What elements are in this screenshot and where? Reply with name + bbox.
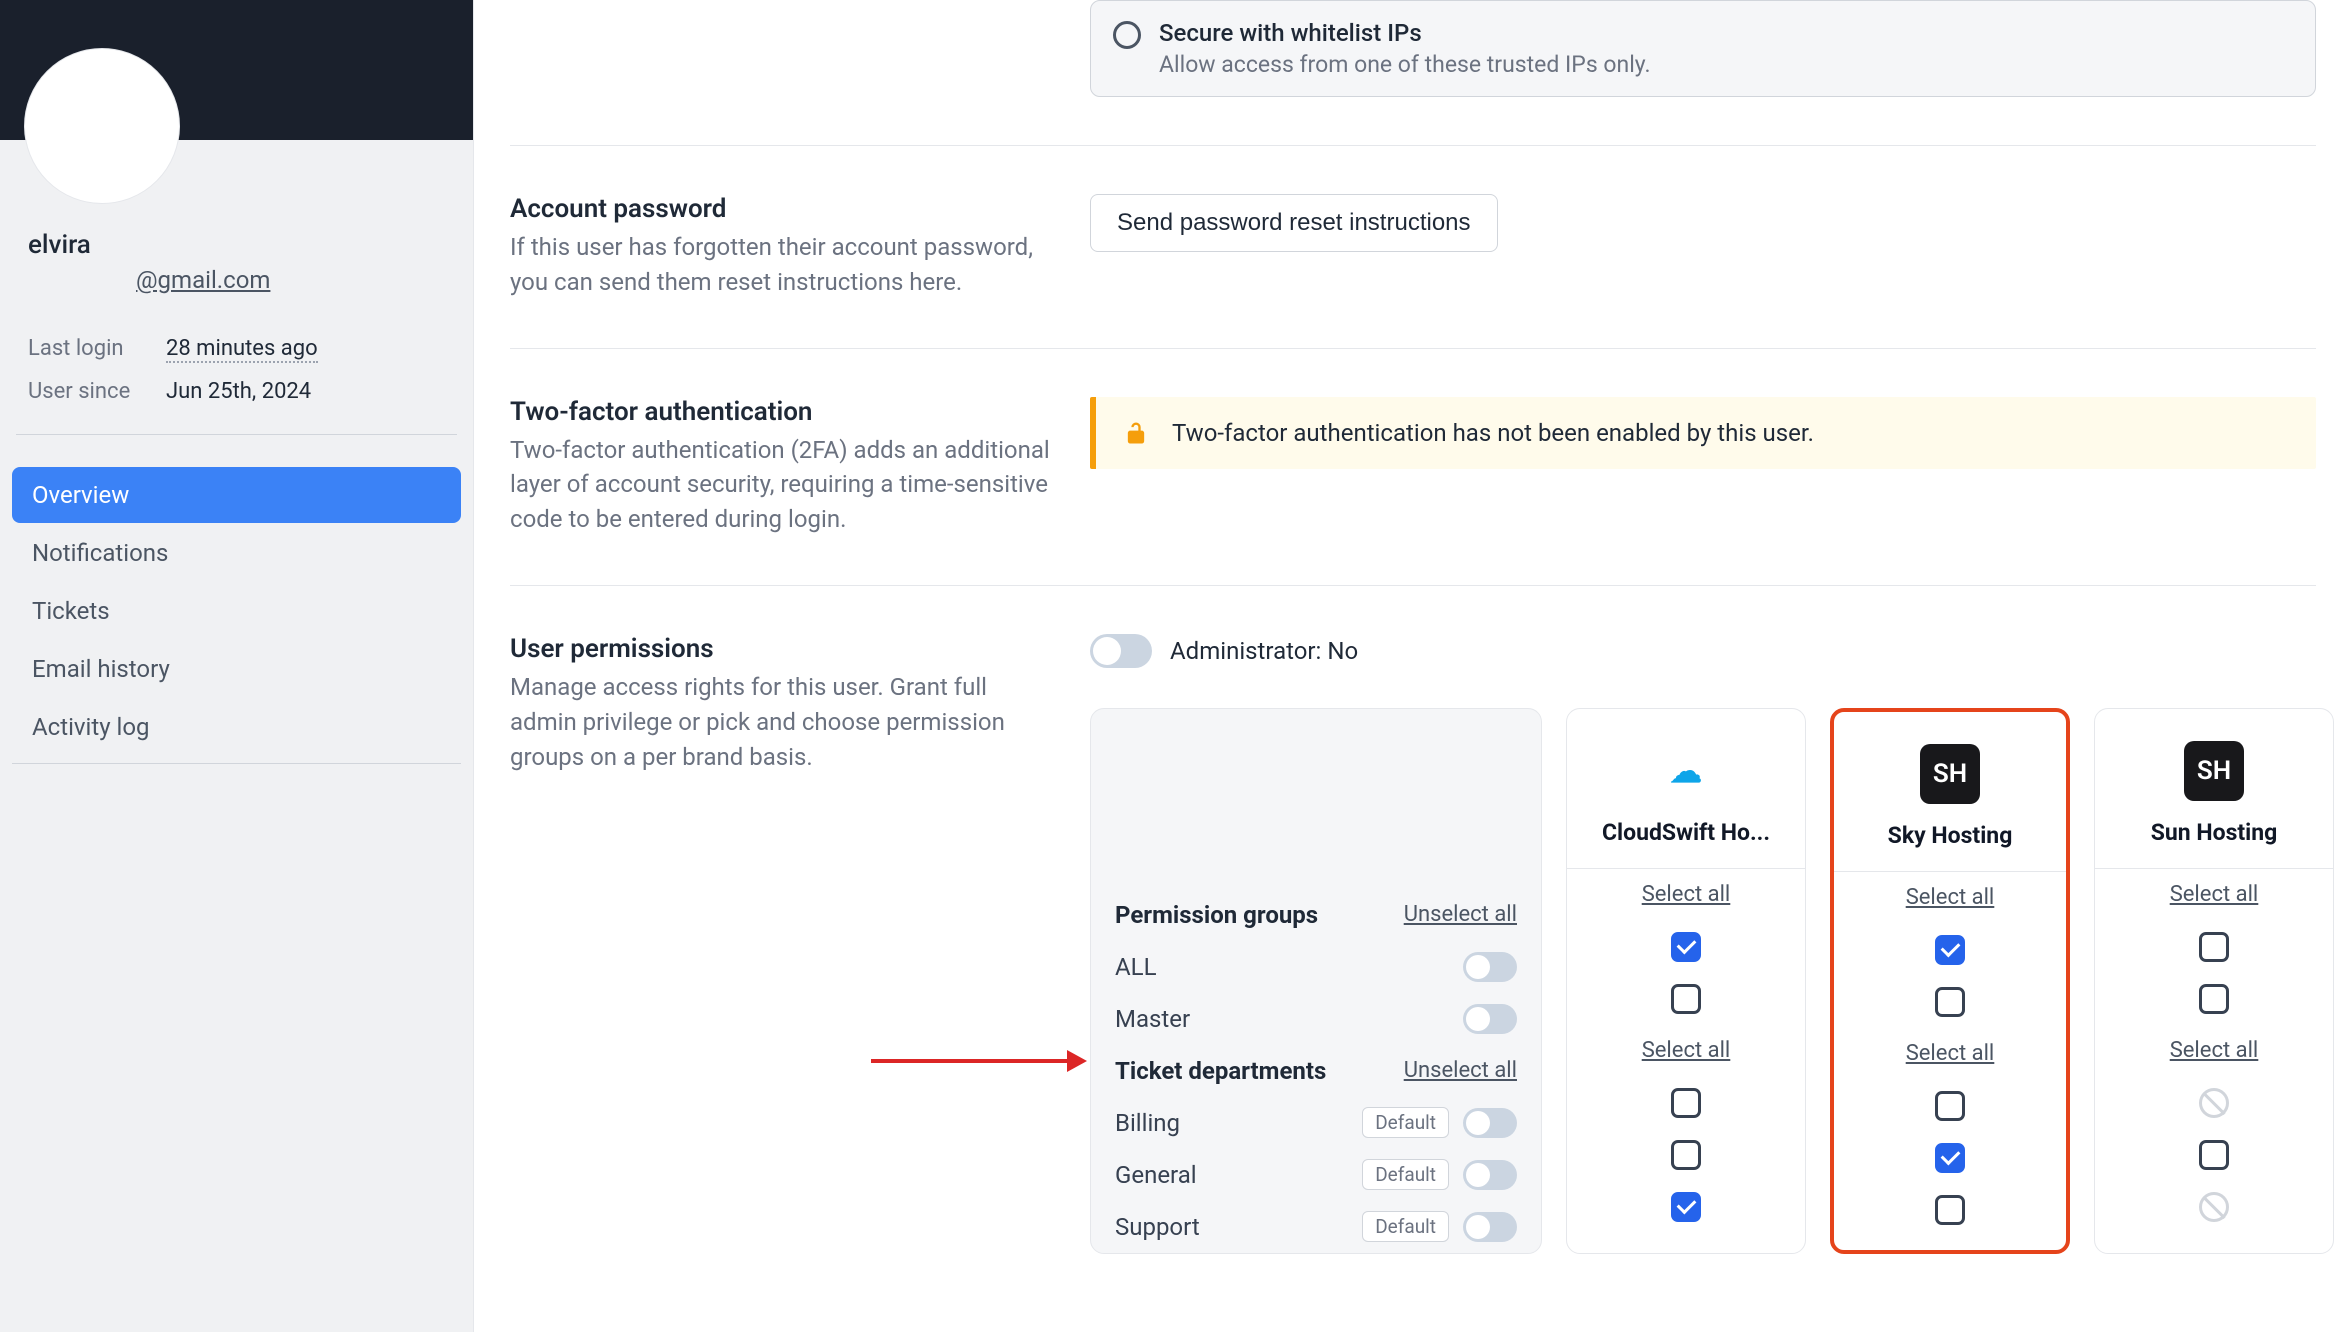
sidebar-header bbox=[0, 0, 473, 140]
radio-icon[interactable] bbox=[1113, 21, 1141, 49]
na-sun-support bbox=[2199, 1192, 2229, 1222]
section-permissions: User permissions Manage access rights fo… bbox=[510, 586, 2316, 1302]
checkbox-sky-support[interactable] bbox=[1935, 1195, 1965, 1225]
toggle-dept-billing[interactable] bbox=[1463, 1108, 1517, 1138]
perms-title: User permissions bbox=[510, 634, 1050, 664]
checkbox-sun-all[interactable] bbox=[2199, 932, 2229, 962]
checkbox-cloudswift-billing[interactable] bbox=[1671, 1088, 1701, 1118]
brand-sky-logo: SH bbox=[1920, 744, 1980, 804]
sidebar-nav: Overview Notifications Tickets Email his… bbox=[0, 455, 473, 776]
select-all-depts-cloudswift[interactable]: Select all bbox=[1642, 1038, 1731, 1063]
section-password: Account password If this user has forgot… bbox=[510, 146, 2316, 349]
nav-email-history[interactable]: Email history bbox=[12, 641, 461, 697]
checkbox-sky-billing[interactable] bbox=[1935, 1091, 1965, 1121]
toggle-group-master[interactable] bbox=[1463, 1004, 1517, 1034]
checkbox-cloudswift-general[interactable] bbox=[1671, 1140, 1701, 1170]
perms-desc: Manage access rights for this user. Gran… bbox=[510, 670, 1050, 774]
toggle-dept-support[interactable] bbox=[1463, 1212, 1517, 1242]
user-since-value: Jun 25th, 2024 bbox=[166, 379, 311, 404]
select-all-groups-sun[interactable]: Select all bbox=[2170, 882, 2259, 907]
brand-column-cloudswift: ☁ CloudSwift Ho... Select all Select all bbox=[1566, 708, 1806, 1254]
sidebar: elvira @gmail.com Last login 28 minutes … bbox=[0, 0, 474, 1332]
section-ip-access: Secure with whitelist IPs Allow access f… bbox=[510, 0, 2316, 146]
perm-group-master: Master bbox=[1115, 1005, 1190, 1033]
nav-activity-log[interactable]: Activity log bbox=[12, 699, 461, 755]
checkbox-sun-master[interactable] bbox=[2199, 984, 2229, 1014]
default-badge-support: Default bbox=[1362, 1211, 1449, 1242]
user-email[interactable]: @gmail.com bbox=[136, 266, 270, 294]
select-all-groups-sky[interactable]: Select all bbox=[1906, 885, 1995, 910]
dept-general: General bbox=[1115, 1161, 1197, 1189]
unselect-all-departments[interactable]: Unselect all bbox=[1404, 1058, 1517, 1083]
brand-column-sky: SH Sky Hosting Select all Select all bbox=[1830, 708, 2070, 1254]
password-desc: If this user has forgotten their account… bbox=[510, 230, 1050, 300]
brand-sun-logo: SH bbox=[2184, 741, 2244, 801]
dept-billing: Billing bbox=[1115, 1109, 1180, 1137]
checkbox-sun-general[interactable] bbox=[2199, 1140, 2229, 1170]
checkbox-sky-master[interactable] bbox=[1935, 987, 1965, 1017]
checkbox-cloudswift-all[interactable] bbox=[1671, 932, 1701, 962]
send-password-reset-button[interactable]: Send password reset instructions bbox=[1090, 194, 1498, 252]
permission-groups-heading: Permission groups bbox=[1115, 901, 1318, 929]
brand-sun-name: Sun Hosting bbox=[2105, 819, 2323, 846]
tfa-alert-text: Two-factor authentication has not been e… bbox=[1172, 419, 1814, 447]
checkbox-cloudswift-support[interactable] bbox=[1671, 1192, 1701, 1222]
select-all-depts-sun[interactable]: Select all bbox=[2170, 1038, 2259, 1063]
tfa-desc: Two-factor authentication (2FA) adds an … bbox=[510, 433, 1050, 537]
main-content: Secure with whitelist IPs Allow access f… bbox=[474, 0, 2352, 1332]
user-since-label: User since bbox=[28, 379, 148, 404]
toggle-dept-general[interactable] bbox=[1463, 1160, 1517, 1190]
user-name: elvira bbox=[28, 230, 445, 260]
toggle-group-all[interactable] bbox=[1463, 952, 1517, 982]
password-title: Account password bbox=[510, 194, 1050, 224]
administrator-toggle[interactable] bbox=[1090, 634, 1152, 668]
checkbox-sky-general[interactable] bbox=[1935, 1143, 1965, 1173]
annotation-arrow bbox=[871, 1059, 1071, 1063]
nav-tickets[interactable]: Tickets bbox=[12, 583, 461, 639]
na-sun-billing bbox=[2199, 1088, 2229, 1118]
annotation-arrow-head bbox=[1067, 1050, 1087, 1072]
nav-notifications[interactable]: Notifications bbox=[12, 525, 461, 581]
tfa-title: Two-factor authentication bbox=[510, 397, 1050, 427]
last-login-value[interactable]: 28 minutes ago bbox=[166, 336, 318, 363]
whitelist-title: Secure with whitelist IPs bbox=[1159, 19, 2293, 47]
avatar[interactable] bbox=[24, 48, 180, 204]
cloud-icon: ☁ bbox=[1656, 741, 1716, 801]
permissions-grid: Permission groups Unselect all ALL Maste… bbox=[1090, 708, 2334, 1254]
permissions-row-labels: Permission groups Unselect all ALL Maste… bbox=[1090, 708, 1542, 1254]
select-all-groups-cloudswift[interactable]: Select all bbox=[1642, 882, 1731, 907]
default-badge-general: Default bbox=[1362, 1159, 1449, 1190]
whitelist-desc: Allow access from one of these trusted I… bbox=[1159, 51, 2293, 78]
nav-overview[interactable]: Overview bbox=[12, 467, 461, 523]
administrator-label: Administrator: No bbox=[1170, 637, 1358, 665]
default-badge-billing: Default bbox=[1362, 1107, 1449, 1138]
brand-cloudswift-name: CloudSwift Ho... bbox=[1577, 819, 1795, 846]
last-login-label: Last login bbox=[28, 336, 148, 361]
select-all-depts-sky[interactable]: Select all bbox=[1906, 1041, 1995, 1066]
brand-column-sun: SH Sun Hosting Select all Select all bbox=[2094, 708, 2334, 1254]
section-2fa: Two-factor authentication Two-factor aut… bbox=[510, 349, 2316, 586]
whitelist-ip-option[interactable]: Secure with whitelist IPs Allow access f… bbox=[1090, 0, 2316, 97]
unselect-all-groups[interactable]: Unselect all bbox=[1404, 902, 1517, 927]
tfa-alert: Two-factor authentication has not been e… bbox=[1090, 397, 2316, 469]
checkbox-sky-all[interactable] bbox=[1935, 935, 1965, 965]
unlock-icon bbox=[1122, 419, 1150, 447]
dept-support: Support bbox=[1115, 1213, 1200, 1241]
perm-group-all: ALL bbox=[1115, 953, 1157, 981]
brand-sky-name: Sky Hosting bbox=[1844, 822, 2056, 849]
ticket-departments-heading: Ticket departments bbox=[1115, 1057, 1326, 1085]
checkbox-cloudswift-master[interactable] bbox=[1671, 984, 1701, 1014]
